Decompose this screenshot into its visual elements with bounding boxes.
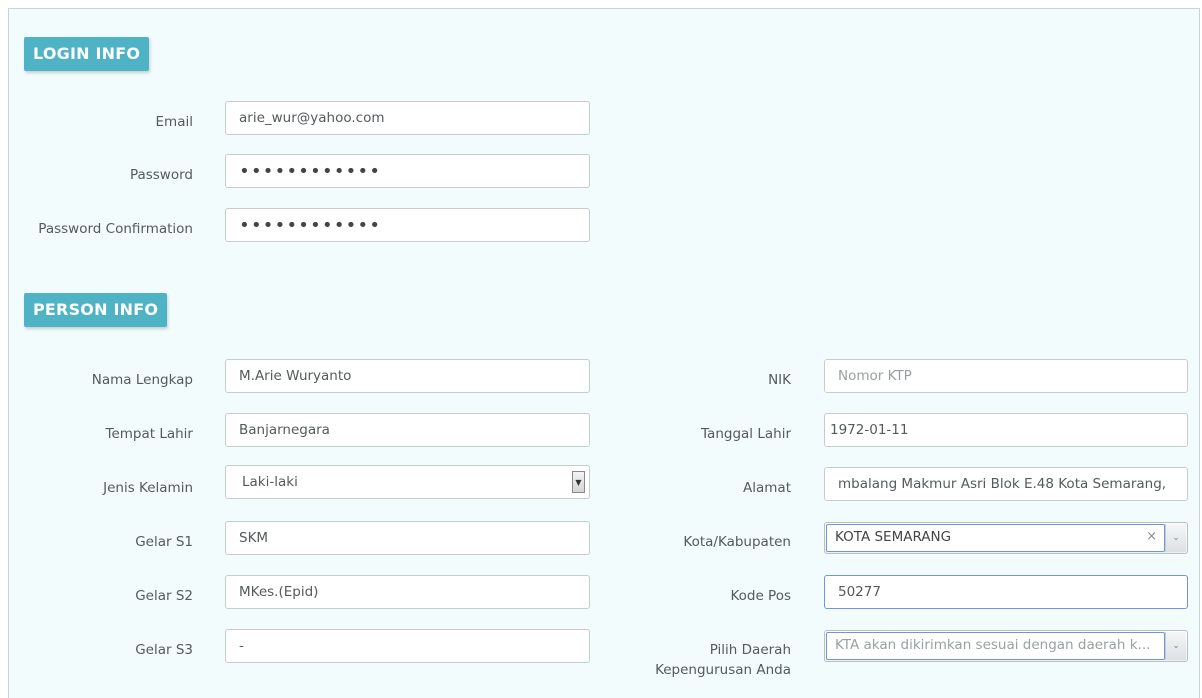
nik-field[interactable]	[824, 359, 1188, 393]
pilih-daerah-label-line2: Kepengurusan Anda	[655, 662, 791, 678]
gelar-s3-label: Gelar S3	[135, 642, 193, 658]
password-field[interactable]	[225, 154, 590, 188]
gelar-s1-label: Gelar S1	[135, 534, 193, 550]
password-confirmation-label: Password Confirmation	[38, 221, 193, 237]
nama-lengkap-label: Nama Lengkap	[91, 372, 193, 388]
password-confirmation-field[interactable]	[225, 208, 590, 242]
pilih-daerah-label: Pilih Daerah Kepengurusan Anda	[655, 641, 791, 679]
pilih-daerah-placeholder: KTA akan dikirimkan sesuai dengan daerah…	[835, 637, 1151, 653]
kode-pos-field[interactable]	[824, 575, 1188, 609]
gelar-s3-field[interactable]	[225, 629, 590, 663]
pilih-daerah-select[interactable]: KTA akan dikirimkan sesuai dengan daerah…	[824, 630, 1188, 662]
jenis-kelamin-value: Laki-laki	[242, 474, 298, 490]
tanggal-lahir-label: Tanggal Lahir	[701, 426, 791, 442]
alamat-label: Alamat	[743, 480, 791, 496]
jenis-kelamin-label: Jenis Kelamin	[103, 480, 193, 496]
email-field[interactable]	[225, 101, 590, 135]
gelar-s2-label: Gelar S2	[135, 588, 193, 604]
login-info-heading: LOGIN INFO	[24, 37, 150, 71]
kota-kabupaten-select[interactable]: KOTA SEMARANG × ⌄	[824, 522, 1188, 554]
nama-lengkap-field[interactable]	[225, 359, 590, 393]
pilih-daerah-label-line1: Pilih Daerah	[709, 642, 791, 658]
chevron-down-icon[interactable]: ⌄	[1165, 632, 1186, 660]
tempat-lahir-field[interactable]	[225, 413, 590, 447]
chevron-down-icon[interactable]: ⌄	[1165, 524, 1186, 552]
person-info-heading: PERSON INFO	[24, 293, 168, 327]
tanggal-lahir-field[interactable]	[824, 413, 1188, 447]
jenis-kelamin-select[interactable]: Laki-laki ▼	[225, 465, 590, 499]
kode-pos-label: Kode Pos	[730, 588, 791, 604]
gelar-s1-field[interactable]	[225, 521, 590, 555]
gelar-s2-field[interactable]	[225, 575, 590, 609]
clear-icon[interactable]: ×	[1146, 529, 1157, 544]
dropdown-arrow-icon[interactable]: ▼	[572, 471, 585, 493]
tempat-lahir-label: Tempat Lahir	[105, 426, 194, 442]
kota-kabupaten-label: Kota/Kabupaten	[683, 534, 791, 550]
alamat-field[interactable]	[824, 467, 1188, 501]
email-label: Email	[155, 114, 193, 130]
nik-label: NIK	[768, 372, 791, 388]
password-label: Password	[129, 167, 193, 183]
kota-kabupaten-value: KOTA SEMARANG	[835, 529, 952, 545]
